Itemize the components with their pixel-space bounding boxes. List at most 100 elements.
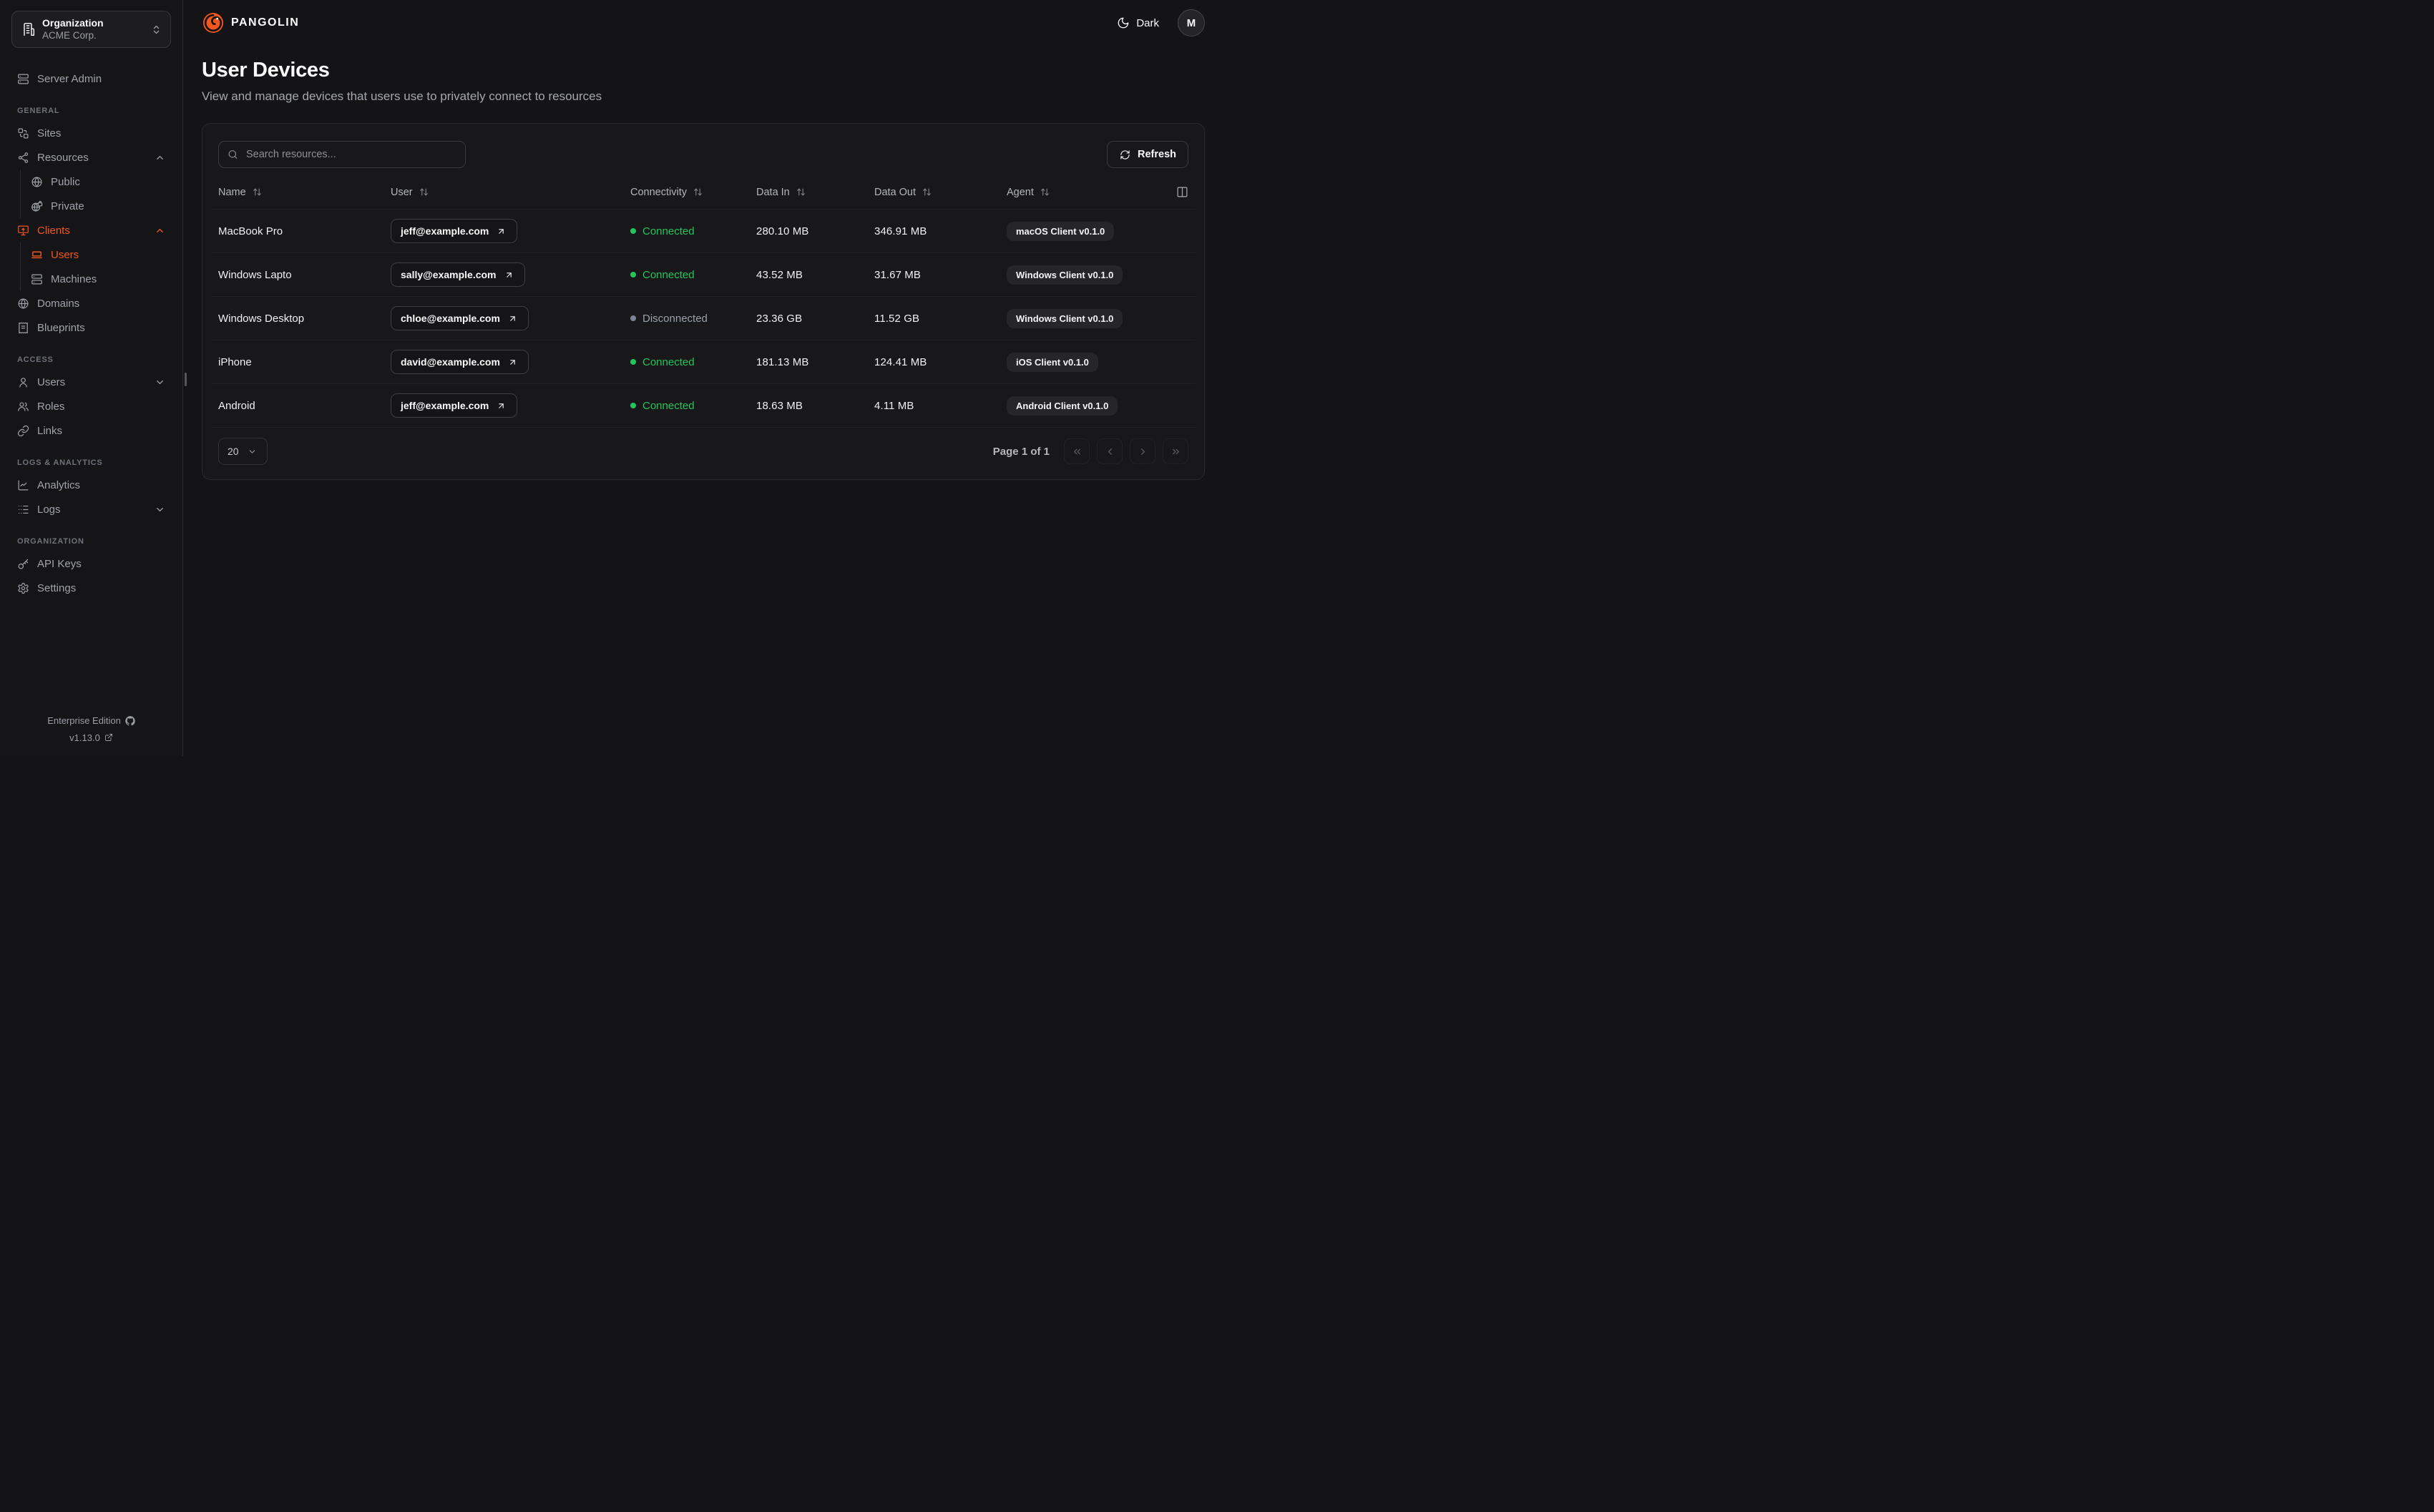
user-link-chip[interactable]: david@example.com xyxy=(391,350,529,374)
column-header-data-out[interactable]: Data Out xyxy=(874,187,1007,198)
globe-icon xyxy=(31,177,42,187)
pangolin-logo-icon xyxy=(203,13,223,33)
column-header-agent[interactable]: Agent xyxy=(1007,187,1171,198)
brand-name: PANGOLIN xyxy=(231,16,300,29)
data-out-value: 346.91 MB xyxy=(874,225,927,237)
arrow-up-right-icon xyxy=(506,272,512,278)
sidebar-item-api-keys[interactable]: API Keys xyxy=(11,551,171,576)
sidebar-item-sites[interactable]: Sites xyxy=(11,121,171,145)
sidebar-item-label: Logs xyxy=(37,503,61,516)
version-link[interactable]: v1.13.0 xyxy=(11,730,171,746)
search-icon xyxy=(228,150,238,159)
chart-line-icon xyxy=(18,480,29,491)
theme-toggle-button[interactable]: Dark xyxy=(1113,16,1163,30)
table-row: MacBook Pro jeff@example.com Connected 2… xyxy=(211,210,1196,253)
column-header-connectivity[interactable]: Connectivity xyxy=(630,187,756,198)
theme-label: Dark xyxy=(1136,16,1159,29)
data-out-value: 11.52 GB xyxy=(874,312,920,325)
sidebar-item-resources[interactable]: Resources xyxy=(11,145,171,170)
chevron-right-icon xyxy=(1140,448,1145,455)
data-out-value: 124.41 MB xyxy=(874,355,927,368)
sidebar-item-label: API Keys xyxy=(37,557,82,570)
sidebar-item-label: Blueprints xyxy=(37,321,85,334)
user-link-chip[interactable]: jeff@example.com xyxy=(391,219,518,243)
user-email: david@example.com xyxy=(401,356,500,368)
previous-page-button[interactable] xyxy=(1097,438,1123,464)
search-input[interactable] xyxy=(218,141,466,168)
brand[interactable]: PANGOLIN xyxy=(202,11,299,34)
status-badge: Disconnected xyxy=(630,313,708,325)
data-in-value: 23.36 GB xyxy=(756,312,803,325)
gear-icon xyxy=(18,582,29,594)
org-label: Organization xyxy=(42,17,104,29)
sidebar-item-client-users[interactable]: Users xyxy=(21,242,171,267)
users-icon xyxy=(18,402,29,411)
data-in-value: 18.63 MB xyxy=(756,399,803,412)
user-email: jeff@example.com xyxy=(401,400,489,411)
first-page-button[interactable] xyxy=(1064,438,1090,464)
status-badge: Connected xyxy=(630,269,695,281)
sidebar-item-label: Analytics xyxy=(37,478,81,491)
sidebar-item-label: Resources xyxy=(37,151,89,164)
data-in-value: 181.13 MB xyxy=(756,355,809,368)
sidebar-item-logs[interactable]: Logs xyxy=(11,497,171,521)
next-page-button[interactable] xyxy=(1130,438,1155,464)
chevron-down-icon xyxy=(157,380,163,384)
sidebar-item-server-admin[interactable]: Server Admin xyxy=(11,67,171,91)
device-name: Windows Desktop xyxy=(218,312,305,325)
data-out-value: 31.67 MB xyxy=(874,268,922,281)
table-row: iPhone david@example.com Connected 181.1… xyxy=(211,340,1196,384)
clients-subgroup: Users Machines xyxy=(20,242,171,292)
status-badge: Connected xyxy=(630,356,695,368)
sites-icon xyxy=(18,128,29,139)
column-header-data-in[interactable]: Data In xyxy=(756,187,874,198)
sidebar-scrollbar-thumb[interactable] xyxy=(185,373,187,386)
sidebar-item-private[interactable]: Private xyxy=(21,194,171,218)
page-size-value: 20 xyxy=(228,446,239,457)
sidebar-item-users[interactable]: Users xyxy=(11,370,171,394)
page-info: Page 1 of 1 xyxy=(992,445,1050,458)
section-label-organization: ORGANIZATION xyxy=(17,537,84,546)
sidebar-nav: Server Admin GENERAL Sites Resources Pub… xyxy=(11,67,171,600)
sidebar-item-settings[interactable]: Settings xyxy=(11,576,171,600)
table-header-row: Name User Connectivity Data In Data Out xyxy=(211,175,1196,210)
sidebar-footer: Enterprise Edition v1.13.0 xyxy=(11,712,171,746)
org-value: ACME Corp. xyxy=(42,29,97,41)
sort-icon xyxy=(1040,188,1049,196)
sidebar-item-analytics[interactable]: Analytics xyxy=(11,473,171,497)
avatar[interactable]: M xyxy=(1178,9,1205,36)
sidebar-item-blueprints[interactable]: Blueprints xyxy=(11,315,171,340)
sidebar-item-label: Roles xyxy=(37,400,65,413)
external-link-icon xyxy=(104,734,112,742)
sidebar-item-domains[interactable]: Domains xyxy=(11,291,171,315)
column-header-user[interactable]: User xyxy=(391,187,630,198)
sidebar-item-label: Settings xyxy=(37,581,77,594)
agent-badge: Windows Client v0.1.0 xyxy=(1007,308,1123,328)
server-icon xyxy=(31,274,42,285)
sidebar-item-roles[interactable]: Roles xyxy=(11,394,171,418)
sidebar-item-label: Private xyxy=(51,200,84,212)
user-email: sally@example.com xyxy=(401,269,497,280)
refresh-icon xyxy=(1120,149,1130,159)
sidebar-item-clients[interactable]: Clients xyxy=(11,218,171,242)
sidebar-item-links[interactable]: Links xyxy=(11,418,171,443)
sidebar-item-public[interactable]: Public xyxy=(21,170,171,194)
columns-toggle-button[interactable] xyxy=(1176,186,1188,198)
device-name: MacBook Pro xyxy=(218,225,283,237)
org-switcher[interactable]: Organization ACME Corp. xyxy=(11,11,171,49)
column-label: Data In xyxy=(756,186,790,198)
user-link-chip[interactable]: jeff@example.com xyxy=(391,393,518,418)
edition-link[interactable]: Enterprise Edition xyxy=(11,712,171,729)
sort-icon xyxy=(923,188,931,196)
page-size-select[interactable]: 20 xyxy=(218,438,268,465)
last-page-button[interactable] xyxy=(1163,438,1188,464)
refresh-button[interactable]: Refresh xyxy=(1107,141,1188,168)
arrow-up-right-icon xyxy=(499,403,504,408)
sidebar-item-client-machines[interactable]: Machines xyxy=(21,267,171,291)
user-icon xyxy=(19,378,27,388)
user-link-chip[interactable]: chloe@example.com xyxy=(391,306,529,330)
user-link-chip[interactable]: sally@example.com xyxy=(391,262,525,287)
refresh-label: Refresh xyxy=(1138,149,1176,160)
section-label-access: ACCESS xyxy=(17,355,54,365)
column-header-name[interactable]: Name xyxy=(218,187,391,198)
